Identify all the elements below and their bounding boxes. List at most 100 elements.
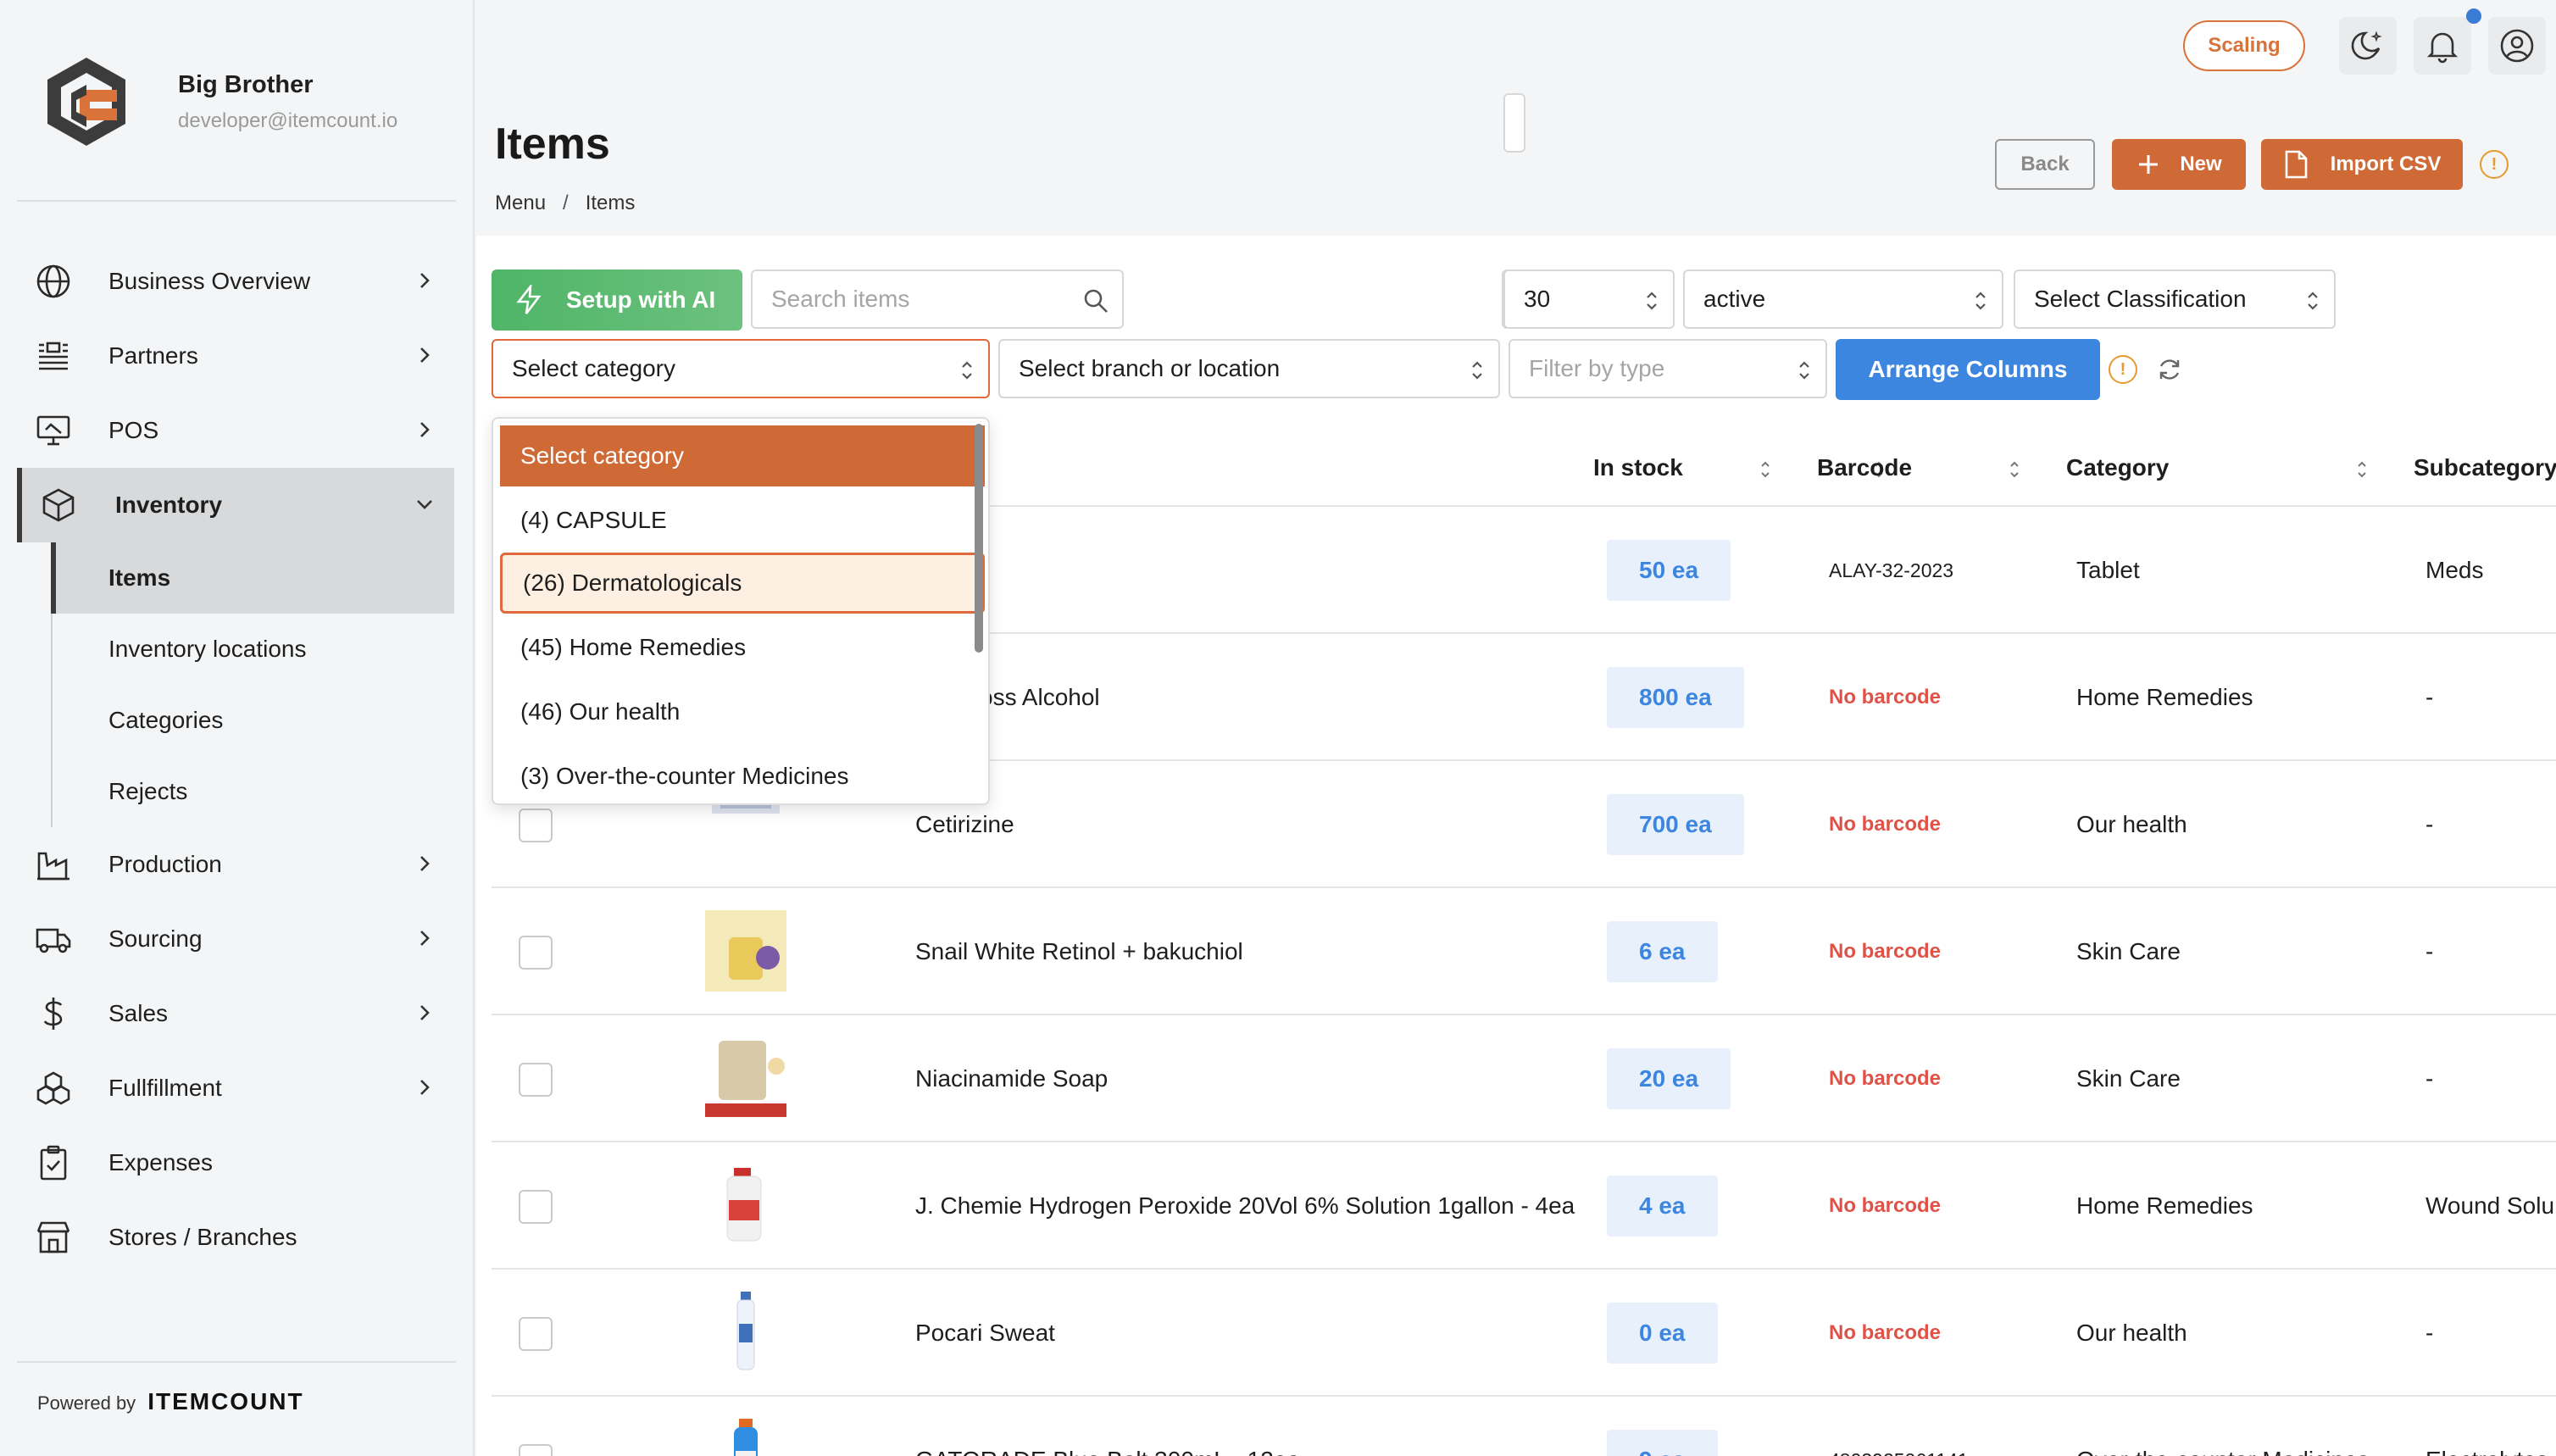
table-row[interactable]: Pocari Sweat 0 ea No barcode Our health … <box>492 1270 2556 1397</box>
chevron-right-icon <box>420 273 430 288</box>
scaling-badge[interactable]: Scaling <box>2183 20 2305 71</box>
inventory-submenu: Items Inventory locations Categories Rej… <box>51 542 454 827</box>
barcode-value: No barcode <box>1829 686 1942 709</box>
per-page-select[interactable]: 30 <box>1503 270 1675 329</box>
row-checkbox[interactable] <box>519 1317 553 1351</box>
sidebar-subitem-rejects[interactable]: Rejects <box>51 756 454 827</box>
sidebar-nav: Business Overview Partners POS Inventory <box>17 244 454 1275</box>
row-checkbox[interactable] <box>519 936 553 970</box>
sidebar-item-inventory[interactable]: Inventory <box>17 468 454 542</box>
branch-location-select[interactable]: Select branch or location <box>998 339 1500 398</box>
dark-mode-toggle[interactable] <box>2339 17 2397 75</box>
sidebar-item-business-overview[interactable]: Business Overview <box>17 244 454 319</box>
powered-by-label: Powered by <box>37 1392 136 1414</box>
sidebar-item-production[interactable]: Production <box>17 827 454 902</box>
row-checkbox[interactable] <box>519 1190 553 1224</box>
profile-button[interactable] <box>2488 17 2546 75</box>
sidebar-item-label: Stores / Branches <box>108 1224 297 1250</box>
type-filter-select[interactable]: Filter by type <box>1509 339 1827 398</box>
dropdown-option[interactable]: (45) Home Remedies <box>500 617 985 678</box>
select-caret-icon <box>1975 292 1986 310</box>
notifications-button[interactable] <box>2414 17 2471 75</box>
sidebar-subitem-items[interactable]: Items <box>51 542 454 614</box>
itemcount-logo <box>47 58 125 146</box>
stock-badge: 6 ea <box>1607 921 1718 982</box>
status-value: active <box>1703 286 1766 312</box>
subcategory-value: - <box>2425 811 2434 837</box>
search-icon[interactable] <box>1083 288 1109 314</box>
dropdown-option[interactable]: (3) Over-the-counter Medicines <box>500 746 985 803</box>
page-title: Items <box>495 119 610 169</box>
select-caret-icon <box>2308 292 2318 310</box>
sort-icon[interactable] <box>2356 459 2368 480</box>
sidebar-subitem-inventory-locations[interactable]: Inventory locations <box>51 614 454 685</box>
category-dropdown: Select category (4) CAPSULE (26) Dermato… <box>492 417 990 805</box>
sidebar-item-label: Inventory <box>115 492 223 518</box>
dropdown-option[interactable]: (46) Our health <box>500 681 985 742</box>
item-name[interactable]: GATORADE Blue Bolt 300mL - 12ea <box>915 1397 1300 1456</box>
sidebar-item-stores-branches[interactable]: Stores / Branches <box>17 1200 454 1275</box>
barcode-value: No barcode <box>1829 1067 1942 1090</box>
arrange-columns-button[interactable]: Arrange Columns <box>1836 339 2100 400</box>
back-button[interactable]: Back <box>1995 139 2095 190</box>
notification-dot <box>2466 8 2481 24</box>
category-select[interactable]: Select category <box>492 339 990 398</box>
barcode-value: No barcode <box>1829 1194 1942 1217</box>
sidebar-item-fullfillment[interactable]: Fullfillment <box>17 1051 454 1125</box>
sidebar-item-pos[interactable]: POS <box>17 393 454 468</box>
item-name[interactable]: Niacinamide Soap <box>915 1015 1108 1142</box>
setup-with-ai-button[interactable]: Setup with AI <box>492 270 742 331</box>
th-category[interactable]: Category <box>2066 429 2169 507</box>
search-input[interactable]: Search items <box>751 270 1124 329</box>
row-checkbox[interactable] <box>519 1063 553 1097</box>
sidebar-item-partners[interactable]: Partners <box>17 319 454 393</box>
user-name: Big Brother <box>178 70 314 98</box>
top-bar: Scaling <box>476 0 2556 93</box>
table-row[interactable]: Snail White Retinol + bakuchiol 6 ea No … <box>492 888 2556 1015</box>
subcategory-value: - <box>2425 938 2434 964</box>
refresh-icon[interactable] <box>2156 356 2183 383</box>
sidebar-subitem-categories[interactable]: Categories <box>51 685 454 756</box>
stock-badge: 50 ea <box>1607 540 1731 601</box>
item-name[interactable]: oss Alcohol <box>980 634 1100 761</box>
import-csv-button[interactable]: Import CSV <box>2261 139 2463 190</box>
sidebar-item-sourcing[interactable]: Sourcing <box>17 902 454 976</box>
dropdown-option[interactable]: (4) CAPSULE <box>500 490 985 551</box>
row-checkbox[interactable] <box>519 809 553 842</box>
th-barcode[interactable]: Barcode <box>1817 429 1912 507</box>
subcategory-value: Meds <box>2425 557 2484 583</box>
item-name[interactable]: Snail White Retinol + bakuchiol <box>915 888 1243 1015</box>
classification-value: Select Classification <box>2034 286 2247 312</box>
product-thumbnail <box>734 1419 758 1456</box>
th-in-stock[interactable]: In stock <box>1593 429 1683 507</box>
table-row[interactable]: J. Chemie Hydrogen Peroxide 20Vol 6% Sol… <box>492 1142 2556 1270</box>
barcode-value: No barcode <box>1829 813 1942 836</box>
bell-icon <box>2426 32 2459 64</box>
pos-icon <box>34 411 73 450</box>
stock-badge: 700 ea <box>1607 794 1744 855</box>
dropdown-option-selected[interactable]: Select category <box>500 425 985 486</box>
stock-badge: 0 ea <box>1607 1303 1718 1364</box>
breadcrumb-menu[interactable]: Menu <box>495 192 546 214</box>
info-icon[interactable]: ! <box>2480 150 2509 179</box>
subcategory-value: - <box>2425 1320 2434 1346</box>
sidebar-item-sales[interactable]: Sales <box>17 976 454 1051</box>
dropdown-option-highlighted[interactable]: (26) Dermatologicals <box>500 553 985 614</box>
chevron-right-icon <box>420 347 430 363</box>
table-row[interactable]: Niacinamide Soap 20 ea No barcode Skin C… <box>492 1015 2556 1142</box>
barcode-value: 4803925061141 <box>1829 1397 1969 1456</box>
status-select[interactable]: active <box>1683 270 2003 329</box>
sort-icon[interactable] <box>2009 459 2020 480</box>
sidebar-item-expenses[interactable]: Expenses <box>17 1125 454 1200</box>
sort-icon[interactable] <box>1759 459 1771 480</box>
info-icon[interactable]: ! <box>2109 355 2137 384</box>
new-button[interactable]: New <box>2112 139 2246 190</box>
th-subcategory[interactable]: Subcategory <box>2414 429 2556 507</box>
classification-select[interactable]: Select Classification <box>2014 270 2336 329</box>
chevron-right-icon <box>420 856 430 871</box>
dropdown-scrollbar[interactable] <box>975 424 983 653</box>
row-checkbox[interactable] <box>519 1444 553 1456</box>
table-row[interactable]: GATORADE Blue Bolt 300mL - 12ea 9 ea 480… <box>492 1397 2556 1456</box>
item-name[interactable]: Pocari Sweat <box>915 1270 1055 1397</box>
item-name[interactable]: J. Chemie Hydrogen Peroxide 20Vol 6% Sol… <box>915 1142 1575 1270</box>
